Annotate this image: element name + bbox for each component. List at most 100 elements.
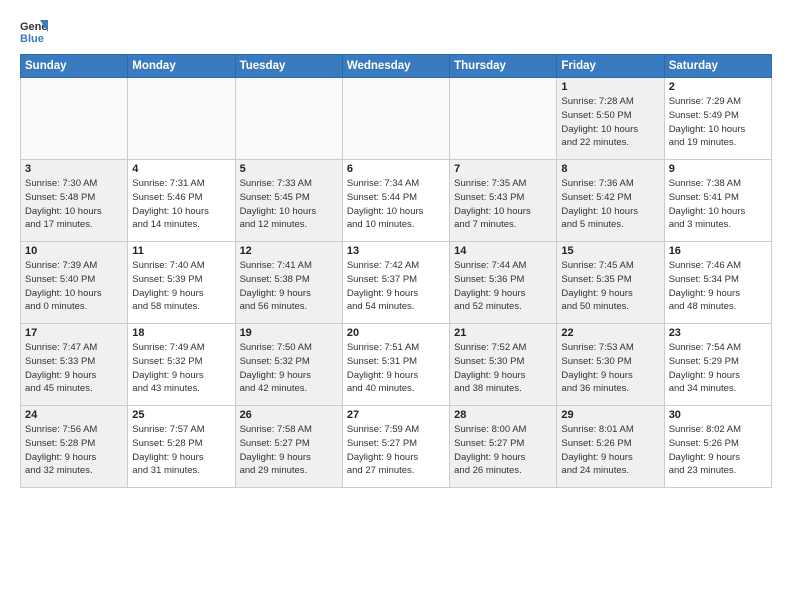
calendar-cell: 11Sunrise: 7:40 AM Sunset: 5:39 PM Dayli… [128, 242, 235, 324]
day-number: 27 [347, 409, 445, 421]
day-number: 2 [669, 81, 767, 93]
day-number: 14 [454, 245, 552, 257]
calendar-cell: 20Sunrise: 7:51 AM Sunset: 5:31 PM Dayli… [342, 324, 449, 406]
calendar-cell: 24Sunrise: 7:56 AM Sunset: 5:28 PM Dayli… [21, 406, 128, 488]
calendar-cell: 4 Sunrise: 7:31 AM Sunset: 5:46 PM Daylig… [128, 160, 235, 242]
calendar-cell: 18 Sunrise: 7:49 AM Sunset: 5:32 PM Dayli… [128, 324, 235, 406]
calendar-week-3: 17Sunrise: 7:47 AM Sunset: 5:33 PM Dayli… [21, 324, 772, 406]
calendar-cell: 3 Sunrise: 7:30 AM Sunset: 5:48 PM Daylig… [21, 160, 128, 242]
day-number: 8 [561, 163, 659, 175]
day-number: 7 [454, 163, 552, 175]
calendar-week-1: 3 Sunrise: 7:30 AM Sunset: 5:48 PM Daylig… [21, 160, 772, 242]
day-number: 13 [347, 245, 445, 257]
calendar-cell: 23 Sunrise: 7:54 AM Sunset: 5:29 PM Dayli… [664, 324, 771, 406]
day-info: Sunrise: 7:42 AM Sunset: 5:37 PM Dayligh… [347, 259, 445, 314]
weekday-header-saturday: Saturday [664, 55, 771, 78]
day-info: Sunrise: 7:46 AM Sunset: 5:34 PM Dayligh… [669, 259, 767, 314]
day-number: 20 [347, 327, 445, 339]
day-number: 1 [561, 81, 659, 93]
day-info: Sunrise: 7:44 AM Sunset: 5:36 PM Dayligh… [454, 259, 552, 314]
day-info: Sunrise: 7:30 AM Sunset: 5:48 PM Dayligh… [25, 177, 123, 232]
calendar-cell: 27Sunrise: 7:59 AM Sunset: 5:27 PM Dayli… [342, 406, 449, 488]
calendar-cell: 28Sunrise: 8:00 AM Sunset: 5:27 PM Dayli… [450, 406, 557, 488]
day-number: 22 [561, 327, 659, 339]
day-info: Sunrise: 7:28 AM Sunset: 5:50 PM Dayligh… [561, 95, 659, 150]
day-info: Sunrise: 7:52 AM Sunset: 5:30 PM Dayligh… [454, 341, 552, 396]
day-number: 6 [347, 163, 445, 175]
day-number: 26 [240, 409, 338, 421]
day-number: 25 [132, 409, 230, 421]
calendar-cell: 14 Sunrise: 7:44 AM Sunset: 5:36 PM Dayli… [450, 242, 557, 324]
day-info: Sunrise: 7:50 AM Sunset: 5:32 PM Dayligh… [240, 341, 338, 396]
calendar-cell: 29Sunrise: 8:01 AM Sunset: 5:26 PM Dayli… [557, 406, 664, 488]
day-number: 16 [669, 245, 767, 257]
day-info: Sunrise: 7:39 AM Sunset: 5:40 PM Dayligh… [25, 259, 123, 314]
day-number: 15 [561, 245, 659, 257]
calendar-cell: 7 Sunrise: 7:35 AM Sunset: 5:43 PM Daylig… [450, 160, 557, 242]
calendar-cell: 5 Sunrise: 7:33 AM Sunset: 5:45 PM Daylig… [235, 160, 342, 242]
day-info: Sunrise: 7:31 AM Sunset: 5:46 PM Dayligh… [132, 177, 230, 232]
calendar-cell: 26 Sunrise: 7:58 AM Sunset: 5:27 PM Dayli… [235, 406, 342, 488]
calendar-table: SundayMondayTuesdayWednesdayThursdayFrid… [20, 54, 772, 488]
day-number: 19 [240, 327, 338, 339]
calendar-week-0: 1 Sunrise: 7:28 AM Sunset: 5:50 PM Daylig… [21, 78, 772, 160]
day-number: 17 [25, 327, 123, 339]
day-info: Sunrise: 7:35 AM Sunset: 5:43 PM Dayligh… [454, 177, 552, 232]
calendar-cell [235, 78, 342, 160]
calendar-cell: 9 Sunrise: 7:38 AM Sunset: 5:41 PM Daylig… [664, 160, 771, 242]
day-number: 3 [25, 163, 123, 175]
day-number: 4 [132, 163, 230, 175]
day-info: Sunrise: 7:38 AM Sunset: 5:41 PM Dayligh… [669, 177, 767, 232]
calendar-cell: 22 Sunrise: 7:53 AM Sunset: 5:30 PM Dayli… [557, 324, 664, 406]
day-info: Sunrise: 7:54 AM Sunset: 5:29 PM Dayligh… [669, 341, 767, 396]
calendar-cell: 17Sunrise: 7:47 AM Sunset: 5:33 PM Dayli… [21, 324, 128, 406]
day-info: Sunrise: 7:34 AM Sunset: 5:44 PM Dayligh… [347, 177, 445, 232]
day-number: 5 [240, 163, 338, 175]
calendar-cell: 13 Sunrise: 7:42 AM Sunset: 5:37 PM Dayli… [342, 242, 449, 324]
day-info: Sunrise: 7:29 AM Sunset: 5:49 PM Dayligh… [669, 95, 767, 150]
day-number: 9 [669, 163, 767, 175]
calendar-cell: 12 Sunrise: 7:41 AM Sunset: 5:38 PM Dayli… [235, 242, 342, 324]
calendar-week-2: 10 Sunrise: 7:39 AM Sunset: 5:40 PM Dayli… [21, 242, 772, 324]
calendar-cell [450, 78, 557, 160]
calendar-cell: 30Sunrise: 8:02 AM Sunset: 5:26 PM Dayli… [664, 406, 771, 488]
day-number: 21 [454, 327, 552, 339]
calendar-cell: 8Sunrise: 7:36 AM Sunset: 5:42 PM Daylig… [557, 160, 664, 242]
weekday-header-monday: Monday [128, 55, 235, 78]
calendar-cell: 2 Sunrise: 7:29 AM Sunset: 5:49 PM Daylig… [664, 78, 771, 160]
svg-text:Blue: Blue [20, 33, 44, 44]
day-number: 18 [132, 327, 230, 339]
calendar-cell: 1 Sunrise: 7:28 AM Sunset: 5:50 PM Daylig… [557, 78, 664, 160]
calendar-cell: 19 Sunrise: 7:50 AM Sunset: 5:32 PM Dayli… [235, 324, 342, 406]
page: General Blue SundayMondayTuesdayWednesda… [0, 0, 792, 498]
day-number: 23 [669, 327, 767, 339]
day-number: 24 [25, 409, 123, 421]
calendar-week-4: 24Sunrise: 7:56 AM Sunset: 5:28 PM Dayli… [21, 406, 772, 488]
calendar-header-row: SundayMondayTuesdayWednesdayThursdayFrid… [21, 55, 772, 78]
weekday-header-friday: Friday [557, 55, 664, 78]
calendar-cell [128, 78, 235, 160]
weekday-header-tuesday: Tuesday [235, 55, 342, 78]
day-info: Sunrise: 7:45 AM Sunset: 5:35 PM Dayligh… [561, 259, 659, 314]
weekday-header-thursday: Thursday [450, 55, 557, 78]
day-info: Sunrise: 7:49 AM Sunset: 5:32 PM Dayligh… [132, 341, 230, 396]
day-info: Sunrise: 7:53 AM Sunset: 5:30 PM Dayligh… [561, 341, 659, 396]
day-info: Sunrise: 7:41 AM Sunset: 5:38 PM Dayligh… [240, 259, 338, 314]
day-info: Sunrise: 7:40 AM Sunset: 5:39 PM Dayligh… [132, 259, 230, 314]
calendar-cell: 10 Sunrise: 7:39 AM Sunset: 5:40 PM Dayli… [21, 242, 128, 324]
calendar-cell [21, 78, 128, 160]
day-info: Sunrise: 7:33 AM Sunset: 5:45 PM Dayligh… [240, 177, 338, 232]
day-number: 10 [25, 245, 123, 257]
weekday-header-sunday: Sunday [21, 55, 128, 78]
day-info: Sunrise: 7:57 AM Sunset: 5:28 PM Dayligh… [132, 423, 230, 478]
calendar-cell [342, 78, 449, 160]
logo-icon: General Blue [20, 16, 48, 44]
calendar-cell: 15 Sunrise: 7:45 AM Sunset: 5:35 PM Dayli… [557, 242, 664, 324]
day-info: Sunrise: 8:01 AM Sunset: 5:26 PM Dayligh… [561, 423, 659, 478]
day-info: Sunrise: 8:00 AM Sunset: 5:27 PM Dayligh… [454, 423, 552, 478]
logo: General Blue [20, 16, 52, 44]
day-info: Sunrise: 7:58 AM Sunset: 5:27 PM Dayligh… [240, 423, 338, 478]
day-number: 30 [669, 409, 767, 421]
calendar-cell: 6 Sunrise: 7:34 AM Sunset: 5:44 PM Daylig… [342, 160, 449, 242]
day-number: 12 [240, 245, 338, 257]
